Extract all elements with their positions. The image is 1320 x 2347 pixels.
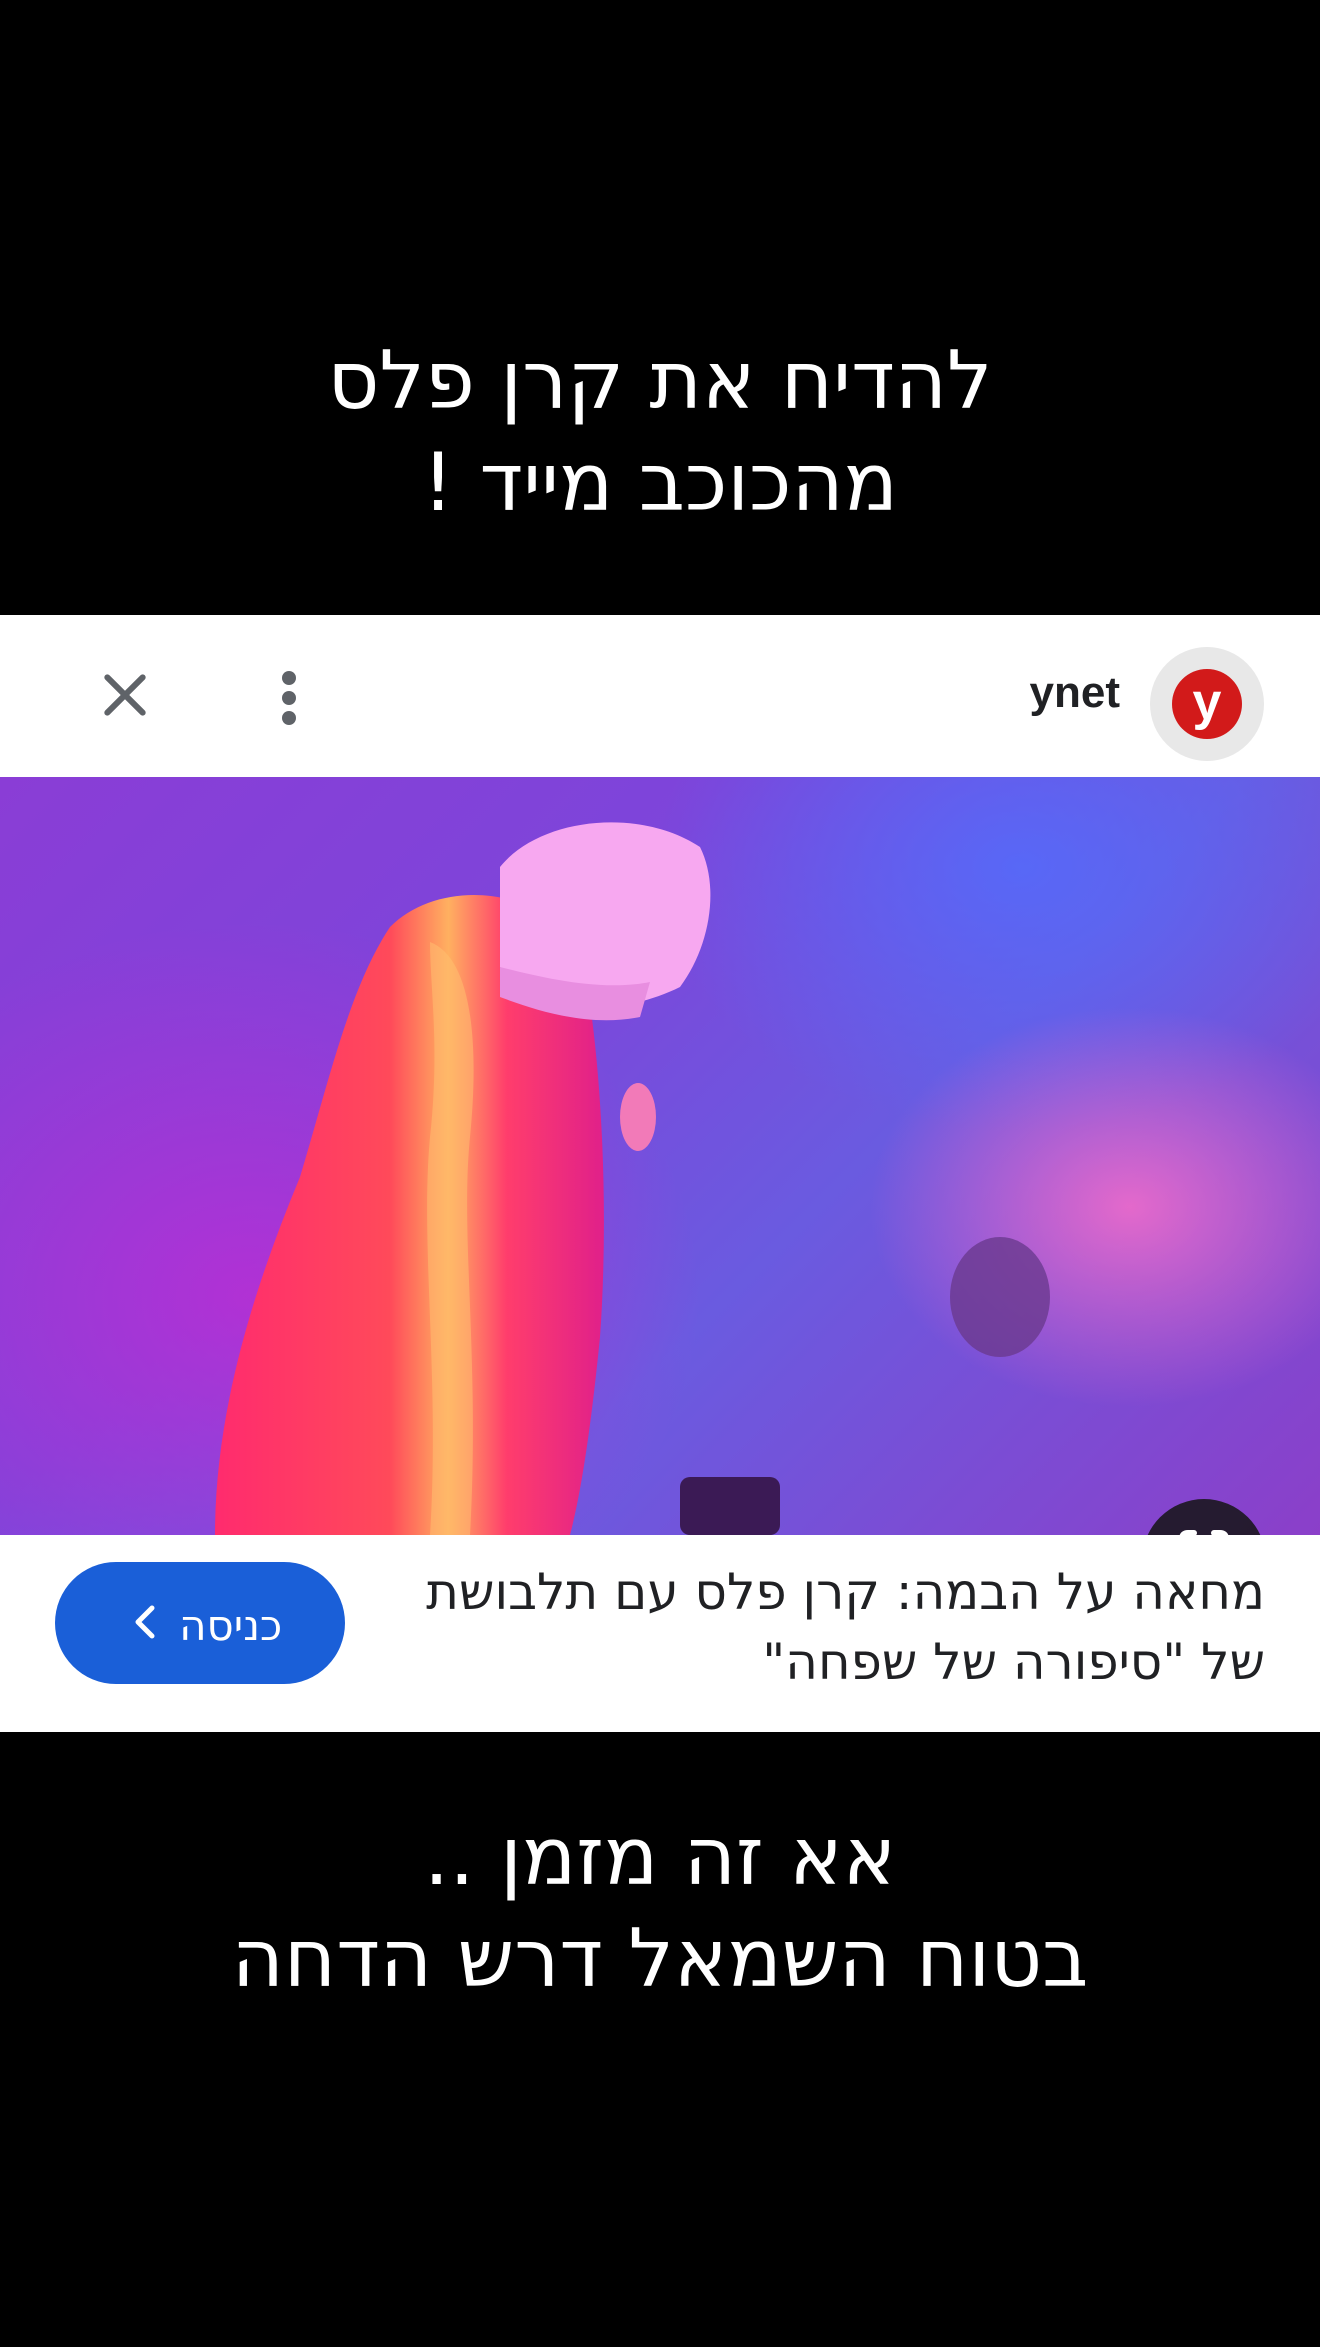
stage-monitor [680, 1477, 780, 1535]
close-icon[interactable] [95, 665, 155, 725]
lens-search-icon[interactable] [1142, 1499, 1266, 1535]
headline-line-2: של "סיפורה של שפחה" [762, 1633, 1265, 1691]
bottom-caption-line-1: אא זה מזמן .. [423, 1810, 897, 1903]
enter-button-label: כניסה [179, 1600, 283, 1650]
stage-light [870, 1007, 1320, 1407]
musician [950, 1237, 1050, 1357]
top-caption: להדיח את קרן פלס מהכוכב מייד ! [0, 330, 1320, 534]
stage-illustration [215, 822, 1320, 1535]
bottom-caption: אא זה מזמן .. בטוח השמאל דרש הדחה [0, 1806, 1320, 2010]
top-caption-line-2: מהכוכב מייד ! [422, 436, 898, 529]
article-headline[interactable]: מחאה על הבמה: קרן פלס עם תלבושת של "סיפו… [420, 1557, 1265, 1707]
more-vertical-icon[interactable] [274, 665, 304, 745]
brand-logo-letter: y [1172, 669, 1242, 739]
bottom-caption-line-2: בטוח השמאל דרש הדחה [231, 1912, 1089, 2005]
headline-line-1: מחאה על הבמה: קרן פלס עם תלבושת [426, 1563, 1265, 1621]
article-image[interactable] [0, 777, 1320, 1535]
hand [620, 1083, 656, 1151]
chevron-left-icon [132, 1565, 158, 1687]
brand-logo[interactable]: y [1150, 647, 1264, 761]
cloak-highlight [427, 942, 474, 1535]
top-caption-line-1: להדיח את קרן פלס [327, 334, 993, 427]
news-card[interactable]: ynet y מחאה על הבמה: קרן פלס עם תלבושת ש… [0, 615, 1320, 1732]
card-header: ynet y [0, 615, 1320, 777]
enter-button[interactable]: כניסה [55, 1562, 345, 1684]
brand-name: ynet [1029, 668, 1120, 717]
